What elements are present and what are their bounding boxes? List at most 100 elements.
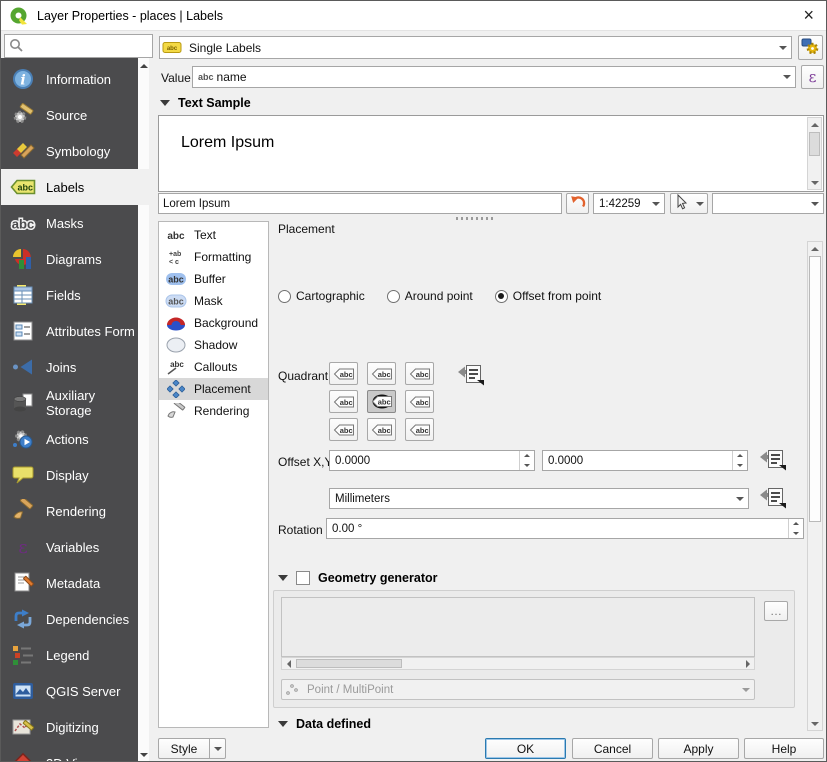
geometry-type-select[interactable]: Point / MultiPoint (281, 679, 755, 700)
quadrant-cell-1[interactable]: abc (367, 362, 396, 385)
sidebar-item-legend[interactable]: Legend (1, 637, 138, 673)
tab-shadow[interactable]: Shadow (159, 334, 268, 356)
sidebar-item-variables[interactable]: εVariables (1, 529, 138, 565)
tab-buffer[interactable]: abcBuffer (159, 268, 268, 290)
scroll-right-icon[interactable] (741, 658, 754, 669)
quadrant-cell-0[interactable]: abc (329, 362, 358, 385)
quadrant-cell-6[interactable]: abc (329, 418, 358, 441)
quadrant-cell-4[interactable]: abc (367, 390, 396, 413)
sidebar-scroll-down-icon[interactable] (139, 750, 148, 760)
auto-placement-settings-button[interactable] (798, 35, 823, 60)
quadrant-cell-8[interactable]: abc (405, 418, 434, 441)
chevron-down-icon[interactable] (807, 194, 823, 213)
sidebar-item-metadata[interactable]: Metadata (1, 565, 138, 601)
spin-up-icon[interactable] (789, 519, 803, 529)
preview-scrollbar[interactable] (807, 117, 822, 190)
quadrant-cell-2[interactable]: abc (405, 362, 434, 385)
spin-down-icon[interactable] (520, 461, 534, 471)
radio-cartographic[interactable]: Cartographic (278, 289, 365, 303)
label-mode-select[interactable]: abc Single Labels (159, 36, 792, 59)
map-settings-button[interactable] (670, 193, 694, 214)
placement-scrollbar[interactable] (807, 241, 823, 731)
chevron-down-icon[interactable] (738, 680, 754, 699)
preview-background-select[interactable] (712, 193, 824, 214)
scroll-down-icon[interactable] (808, 176, 821, 189)
tab-formatting[interactable]: +ab< cFormatting (159, 246, 268, 268)
geometry-expression-textarea[interactable] (281, 597, 755, 657)
help-button[interactable]: Help (744, 738, 824, 759)
units-data-defined-icon[interactable] (758, 486, 788, 510)
expression-builder-button[interactable]: ε (801, 65, 824, 89)
sidebar-item-source[interactable]: Source (1, 97, 138, 133)
sample-text-input[interactable]: Lorem Ipsum (158, 193, 562, 214)
spin-down-icon[interactable] (733, 461, 747, 471)
sidebar-scroll-up-icon[interactable] (139, 61, 148, 71)
sidebar-item-attributes-form[interactable]: Attributes Form (1, 313, 138, 349)
quadrant-cell-7[interactable]: abc (367, 418, 396, 441)
offset-y-spinner[interactable]: 0.0000 (542, 450, 748, 471)
style-button[interactable]: Style (158, 738, 210, 759)
text-sample-section-header[interactable]: Text Sample (160, 96, 251, 110)
sidebar-item-masks[interactable]: abcMasks (1, 205, 138, 241)
sidebar-item-joins[interactable]: Joins (1, 349, 138, 385)
tab-buffer-icon: abc (163, 270, 189, 288)
sidebar-item-digitizing[interactable]: Digitizing (1, 709, 138, 745)
geometry-generator-header[interactable]: Geometry generator (278, 571, 437, 585)
sidebar-item-information[interactable]: iInformation (1, 61, 138, 97)
scroll-up-icon[interactable] (808, 118, 821, 131)
style-dropdown[interactable] (210, 738, 226, 759)
scroll-up-icon[interactable] (808, 242, 822, 255)
sidebar-item-qgis-server[interactable]: QGIS Server (1, 673, 138, 709)
chevron-down-icon[interactable] (775, 37, 791, 58)
rotation-spinner[interactable]: 0.00 ° (326, 518, 804, 539)
spin-down-icon[interactable] (789, 529, 803, 539)
ok-button[interactable]: OK (485, 738, 566, 759)
tab-background[interactable]: Background (159, 312, 268, 334)
quadrant-cell-3[interactable]: abc (329, 390, 358, 413)
radio-offset-from-point[interactable]: Offset from point (495, 289, 601, 303)
reset-sample-button[interactable] (566, 193, 589, 214)
preview-scale-select[interactable]: 1:42259 (593, 193, 665, 214)
data-defined-header[interactable]: Data defined (278, 717, 371, 731)
offset-units-select[interactable]: Millimeters (329, 488, 749, 509)
sidebar-item-label: Fields (46, 288, 81, 303)
spin-up-icon[interactable] (733, 451, 747, 461)
sidebar-item-3d-view[interactable]: 3D View (1, 745, 138, 762)
sidebar-item-diagrams[interactable]: Diagrams (1, 241, 138, 277)
sidebar-item-display[interactable]: Display (1, 457, 138, 493)
tab-placement[interactable]: Placement (159, 378, 268, 400)
scroll-down-icon[interactable] (808, 717, 822, 730)
sidebar-item-symbology[interactable]: Symbology (1, 133, 138, 169)
sidebar-item-actions[interactable]: Actions (1, 421, 138, 457)
offset-data-defined-icon[interactable] (758, 448, 788, 472)
geometry-generator-checkbox[interactable] (296, 571, 310, 585)
map-settings-dropdown[interactable] (693, 193, 708, 214)
tab-text[interactable]: abcText (159, 224, 268, 246)
offset-x-spinner[interactable]: 0.0000 (329, 450, 535, 471)
close-icon[interactable]: × (803, 5, 814, 25)
sidebar-item-fields[interactable]: Fields (1, 277, 138, 313)
svg-text:abc: abc (415, 370, 428, 379)
value-field-select[interactable]: abc name (192, 66, 796, 88)
quadrant-data-defined-icon[interactable] (456, 363, 486, 387)
tab-mask[interactable]: abcMask (159, 290, 268, 312)
search-input[interactable] (4, 34, 153, 58)
sidebar-item-labels[interactable]: abcLabels (1, 169, 149, 205)
spin-up-icon[interactable] (520, 451, 534, 461)
radio-around-point[interactable]: Around point (387, 289, 473, 303)
geometry-h-scrollbar[interactable] (281, 657, 755, 670)
splitter-handle[interactable] (456, 217, 496, 220)
quadrant-cell-5[interactable]: abc (405, 390, 434, 413)
expression-dialog-button[interactable]: … (764, 601, 788, 621)
chevron-down-icon[interactable] (648, 194, 664, 213)
sidebar-item-dependencies[interactable]: Dependencies (1, 601, 138, 637)
scroll-left-icon[interactable] (282, 658, 295, 669)
sidebar-item-rendering[interactable]: Rendering (1, 493, 138, 529)
chevron-down-icon[interactable] (732, 489, 748, 508)
sidebar-item-auxiliary-storage[interactable]: Auxiliary Storage (1, 385, 138, 421)
cancel-button[interactable]: Cancel (572, 738, 653, 759)
chevron-down-icon[interactable] (779, 67, 795, 87)
apply-button[interactable]: Apply (658, 738, 739, 759)
tab-callouts[interactable]: abcCallouts (159, 356, 268, 378)
tab-rendering[interactable]: Rendering (159, 400, 268, 422)
